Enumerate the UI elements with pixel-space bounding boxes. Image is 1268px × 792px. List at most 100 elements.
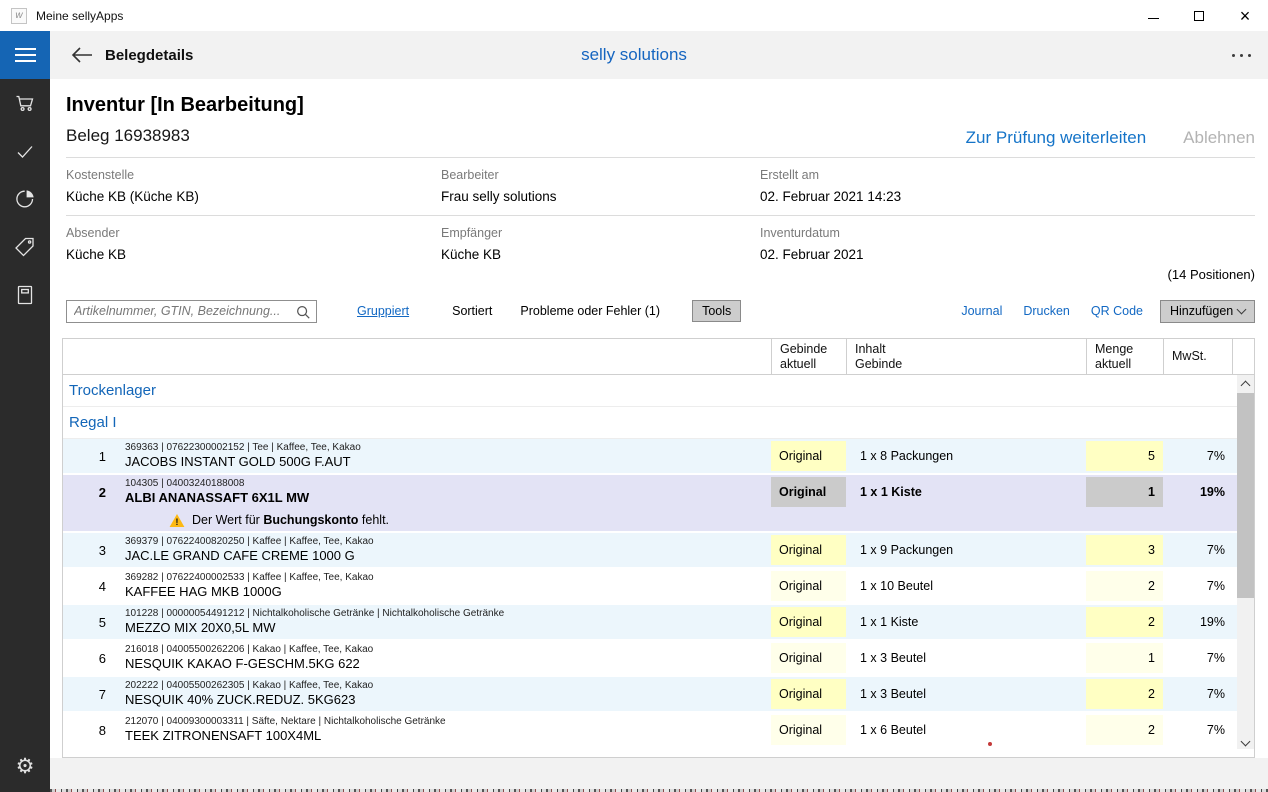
arrow-left-icon [71, 46, 93, 64]
settings-button[interactable]: ⚙ [0, 748, 50, 784]
row-number: 1 [63, 439, 113, 473]
maximize-button[interactable] [1176, 0, 1222, 31]
table-row[interactable]: 3 369379 | 07622400820250 | Kaffee | Kaff… [63, 533, 1254, 569]
mwst-cell: 7% [1163, 569, 1233, 603]
more-options-button[interactable] [1230, 48, 1253, 63]
table-row[interactable]: 4369282 | 07622400002533 | Kaffee | Kaff… [63, 569, 1254, 605]
table-row[interactable]: 2104305 | 04003240188008ALBI ANANASSAFT … [63, 475, 1254, 533]
menge-cell[interactable]: 2 [1086, 713, 1163, 747]
add-button[interactable]: Hinzufügen [1160, 300, 1255, 323]
mwst-cell: 19% [1163, 605, 1233, 639]
toggle-sorted[interactable]: Sortiert [452, 304, 492, 318]
table-row[interactable]: 1 369363 | 07622300002152 | Tee | Kaffee,… [63, 439, 1254, 475]
scroll-down-icon[interactable] [1241, 737, 1251, 747]
price-tag-icon [13, 235, 37, 259]
tools-button[interactable]: Tools [692, 300, 741, 322]
vertical-scrollbar[interactable] [1237, 375, 1254, 749]
journal-link[interactable]: Journal [961, 304, 1002, 318]
inhalt-cell: 1 x 3 Beutel [846, 677, 1086, 711]
gebinde-cell[interactable]: Original [771, 533, 846, 567]
mwst-cell: 19% [1163, 475, 1233, 509]
inhalt-cell: 1 x 3 Beutel [846, 641, 1086, 675]
article-meta: 369363 | 07622300002152 | Tee | Kaffee, … [125, 442, 771, 453]
row-number: 2 [63, 475, 113, 509]
footer-strip [50, 758, 1268, 789]
shopping-cart-icon [13, 91, 37, 115]
reject-button[interactable]: Ablehnen [1183, 128, 1255, 148]
gebinde-cell[interactable]: Original [771, 569, 846, 603]
title-bar: w Meine sellyApps × [0, 0, 1268, 31]
sidebar-item-statistics[interactable] [0, 175, 50, 223]
scroll-up-icon[interactable] [1241, 381, 1251, 391]
document-number: Beleg 16938983 [66, 126, 304, 146]
toggle-grouped[interactable]: Gruppiert [357, 304, 409, 318]
app-logo-icon: w [11, 8, 27, 24]
sidebar-item-approvals[interactable] [0, 127, 50, 175]
search-input[interactable] [67, 301, 316, 322]
article-name: JACOBS INSTANT GOLD 500G F.AUT [125, 454, 771, 469]
inhalt-cell: 1 x 1 Kiste [846, 475, 1086, 509]
article-cell: 101228 | 00000054491212 | Nichtalkoholis… [113, 605, 771, 639]
menge-cell[interactable]: 1 [1086, 475, 1163, 509]
table-row[interactable]: 7202222 | 04005500262305 | Kakao | Kaffe… [63, 677, 1254, 713]
mwst-cell: 7% [1163, 677, 1233, 711]
col-header-inhalt: InhaltGebinde [846, 339, 1086, 374]
gebinde-cell[interactable]: Original [771, 475, 846, 509]
menge-cell[interactable]: 2 [1086, 677, 1163, 711]
search-input-wrap [66, 300, 317, 323]
group-header-lager[interactable]: Trockenlager [63, 375, 1254, 407]
positions-count: (14 Positionen) [50, 265, 1268, 285]
table-row[interactable]: 6216018 | 04005500262206 | Kakao | Kaffe… [63, 641, 1254, 677]
toggle-problems[interactable]: Probleme oder Fehler (1) [520, 304, 660, 318]
back-button[interactable] [71, 46, 93, 64]
menge-cell[interactable]: 3 [1086, 533, 1163, 567]
menge-cell[interactable]: 5 [1086, 439, 1163, 473]
close-icon: × [1240, 7, 1251, 25]
group-header-regal[interactable]: Regal I [63, 407, 1254, 439]
positions-table: Gebindeaktuell InhaltGebinde Mengeaktuel… [62, 338, 1255, 758]
gebinde-cell[interactable]: Original [771, 677, 846, 711]
row-warning: !Der Wert für Buchungskonto fehlt. [63, 509, 1254, 531]
print-link[interactable]: Drucken [1023, 304, 1070, 318]
menge-cell[interactable]: 1 [1086, 641, 1163, 675]
article-meta: 216018 | 04005500262206 | Kakao | Kaffee… [125, 644, 771, 655]
field-label: Absender [66, 226, 441, 240]
article-meta: 212070 | 04009300003311 | Säfte, Nektare… [125, 716, 771, 727]
mwst-cell: 7% [1163, 439, 1233, 473]
minimize-icon [1148, 18, 1159, 19]
sidebar-item-orders[interactable] [0, 79, 50, 127]
nav-sidebar: ⚙ [0, 79, 50, 792]
gebinde-cell[interactable]: Original [771, 605, 846, 639]
sidebar-item-catalog[interactable] [0, 271, 50, 319]
menge-cell[interactable]: 2 [1086, 605, 1163, 639]
menge-cell[interactable]: 2 [1086, 569, 1163, 603]
minimize-button[interactable] [1130, 0, 1176, 31]
red-dot-marker [988, 742, 992, 746]
search-icon [295, 304, 311, 320]
table-header: Gebindeaktuell InhaltGebinde Mengeaktuel… [63, 339, 1254, 375]
field-value: Küche KB (Küche KB) [66, 189, 441, 204]
article-meta: 101228 | 00000054491212 | Nichtalkoholis… [125, 608, 771, 619]
table-row[interactable]: 5101228 | 00000054491212 | Nichtalkoholi… [63, 605, 1254, 641]
row-number: 8 [63, 713, 113, 747]
row-number: 7 [63, 677, 113, 711]
sidebar-item-pricetags[interactable] [0, 223, 50, 271]
hamburger-menu-button[interactable] [0, 31, 50, 79]
maximize-icon [1194, 11, 1204, 21]
article-name: MEZZO MIX 20X0,5L MW [125, 620, 771, 635]
pie-chart-icon [13, 187, 37, 211]
gebinde-cell[interactable]: Original [771, 439, 846, 473]
gebinde-cell[interactable]: Original [771, 641, 846, 675]
qr-code-link[interactable]: QR Code [1091, 304, 1143, 318]
article-cell: 369379 | 07622400820250 | Kaffee | Kaffe… [113, 533, 771, 567]
window-title: Meine sellyApps [36, 9, 123, 23]
scrollbar-thumb[interactable] [1237, 393, 1254, 598]
table-row[interactable]: 8 212070 | 04009300003311 | Säfte, Nektar… [63, 713, 1254, 749]
close-button[interactable]: × [1222, 0, 1268, 31]
article-meta: 369379 | 07622400820250 | Kaffee | Kaffe… [125, 536, 771, 547]
field-value: 02. Februar 2021 [760, 247, 1255, 262]
app-bar: Belegdetails selly solutions [0, 31, 1268, 79]
forward-for-review-button[interactable]: Zur Prüfung weiterleiten [966, 128, 1146, 148]
field-label: Erstellt am [760, 168, 1255, 182]
gebinde-cell[interactable]: Original [771, 713, 846, 747]
